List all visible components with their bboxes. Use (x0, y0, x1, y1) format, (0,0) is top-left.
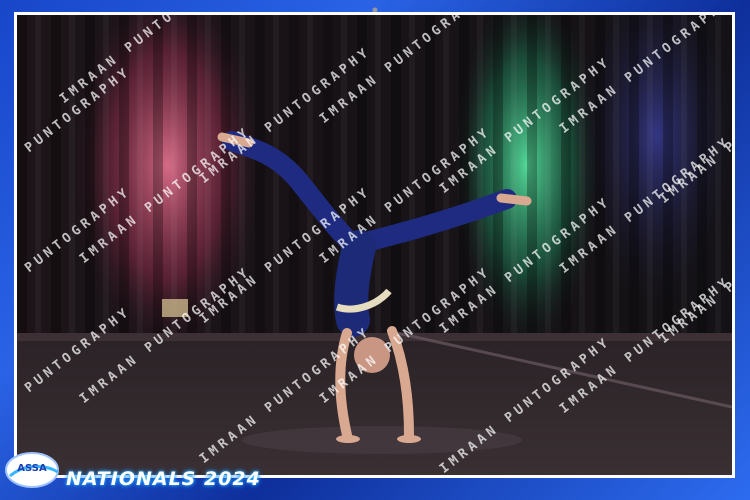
assa-logo: ASSA (5, 452, 59, 488)
event-title: NATIONALS 2024 (66, 468, 261, 490)
logo-text: ASSA (17, 463, 47, 474)
photo-frame: IMRAAN PUNTOGRAPHY IMRAAN PUNTOGRAPHY IM… (0, 0, 750, 500)
stage-photo: IMRAAN PUNTOGRAPHY IMRAAN PUNTOGRAPHY IM… (14, 12, 735, 478)
stage-scene (17, 15, 732, 475)
